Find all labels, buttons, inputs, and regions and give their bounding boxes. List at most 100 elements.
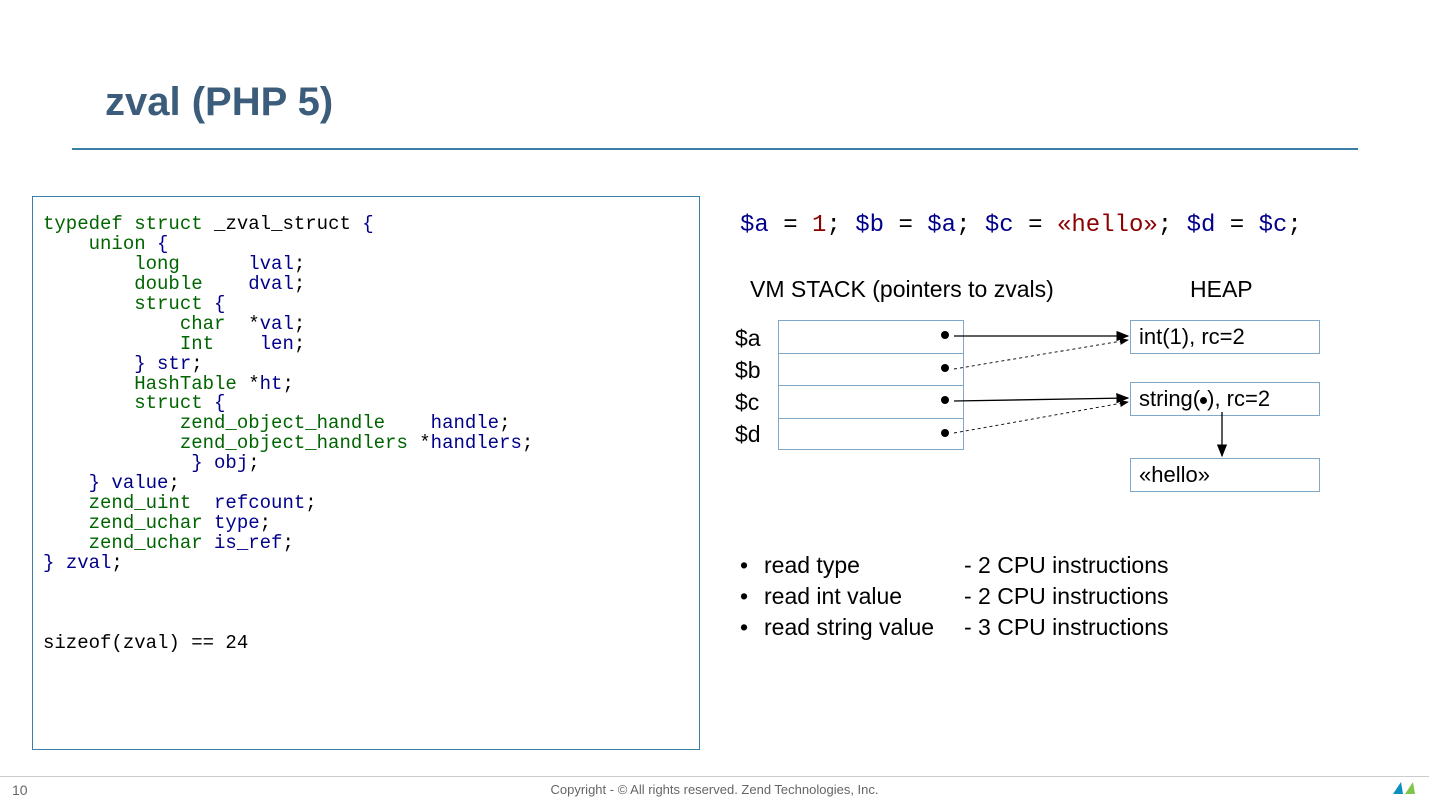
code-text: ; [282,373,293,395]
var-label-c: $c [735,386,761,418]
code-name: lval [248,253,294,275]
memory-diagram: VM STACK (pointers to zvals) HEAP $a $b … [730,262,1380,522]
heap-int-box: int(1), rc=2 [1130,320,1320,354]
semi-end: ; [1287,212,1301,239]
bullet-left: read int value [764,581,964,612]
code-keyword: zend_uchar [43,512,214,534]
code-text: ; [191,353,202,375]
var-b: $b [855,212,884,239]
code-name: } [43,452,214,474]
code-keyword: zend_uchar [43,532,214,554]
code-name: } [43,353,157,375]
bullet-right: - 2 CPU instructions [964,581,1169,612]
title-divider [72,148,1358,150]
stack-row-c [779,386,963,419]
code-name: is_ref [214,532,282,554]
code-keyword: struct [43,392,214,414]
bullet-icon: • [740,550,764,581]
code-name: obj [214,452,248,474]
code-sizeof: sizeof(zval) == 24 [43,632,248,654]
stack-row-b [779,354,963,387]
pointer-dot-icon [941,331,949,339]
code-name: { [214,293,225,315]
bullet-right: - 3 CPU instructions [964,612,1169,643]
code-keyword: union [43,233,157,255]
var-label-a: $a [735,322,761,354]
code-name: handle [419,412,499,434]
bullet-icon: • [740,612,764,643]
semi: ; [956,212,985,239]
heap-string-prefix: string( [1139,386,1200,411]
vm-stack-label: VM STACK (pointers to zvals) [750,276,1054,303]
code-keyword: zend_uint [43,492,214,514]
semi: ; [1158,212,1187,239]
code-name: { [362,213,373,235]
heap-hello-box: «hello» [1130,458,1320,492]
slide-title: zval (PHP 5) [105,80,333,125]
arrow-d-to-string [954,402,1128,433]
code-keyword: struct [123,213,203,235]
code-name: ht [260,373,283,395]
var-column: $a $b $c $d [735,322,761,450]
code-keyword: HashTable [43,373,248,395]
code-name: } [43,472,111,494]
code-text: * [248,313,259,335]
heap-label: HEAP [1190,276,1253,303]
code-keyword: zend_object_handle [43,412,419,434]
code-keyword: long [43,253,248,275]
code-text: ; [282,532,293,554]
heap-string-box: string(), rc=2 [1130,382,1320,416]
cpu-bullets: •read type- 2 CPU instructions •read int… [740,550,1169,643]
var-label-d: $d [735,418,761,450]
code-name: handlers [431,432,522,454]
pointer-dot-icon [941,429,949,437]
code-name: type [214,512,260,534]
bullet-row: •read int value- 2 CPU instructions [740,581,1169,612]
eq: = [769,212,812,239]
slide: zval (PHP 5) typedef struct _zval_struct… [0,0,1429,804]
bullet-left: read string value [764,612,964,643]
var-a: $a [740,212,769,239]
copyright-text: Copyright - © All rights reserved. Zend … [0,782,1429,797]
arrow-c-to-string [954,398,1128,401]
var-label-b: $b [735,354,761,386]
eq: = [1215,212,1258,239]
code-name: str [157,353,191,375]
var-c-ref: $c [1259,212,1288,239]
code-name: zval [66,552,112,574]
code-name: } [43,552,66,574]
code-text: _zval_struct [203,213,363,235]
code-name: val [260,313,294,335]
stack-box [778,320,964,450]
pointer-dot-icon [941,364,949,372]
bullet-row: •read type- 2 CPU instructions [740,550,1169,581]
eq: = [1014,212,1057,239]
code-keyword: struct [43,293,214,315]
stack-row-d [779,419,963,452]
code-block: typedef struct _zval_struct { union { lo… [32,196,700,750]
eq: = [884,212,927,239]
bullet-right: - 2 CPU instructions [964,550,1169,581]
zend-logo-icon [1391,780,1417,798]
var-d: $d [1187,212,1216,239]
bullet-icon: • [740,581,764,612]
code-name: { [214,392,225,414]
var-c: $c [985,212,1014,239]
bullet-row: •read string value- 3 CPU instructions [740,612,1169,643]
pointer-dot-icon [941,396,949,404]
code-text: ; [168,472,179,494]
code-text: ; [294,313,305,335]
semi: ; [826,212,855,239]
code-text: ; [294,253,305,275]
code-text: ; [499,412,510,434]
code-text: ; [294,333,305,355]
stack-row-a [779,321,963,354]
code-text: ; [522,432,533,454]
literal-one: 1 [812,212,826,239]
php-assignment-line: $a = 1; $b = $a; $c = «hello»; $d = $c; [740,212,1302,239]
arrow-b-to-int [954,340,1128,369]
code-keyword: Int [43,333,248,355]
code-name: refcount [214,492,305,514]
code-text: * [419,432,430,454]
var-a-ref: $a [927,212,956,239]
